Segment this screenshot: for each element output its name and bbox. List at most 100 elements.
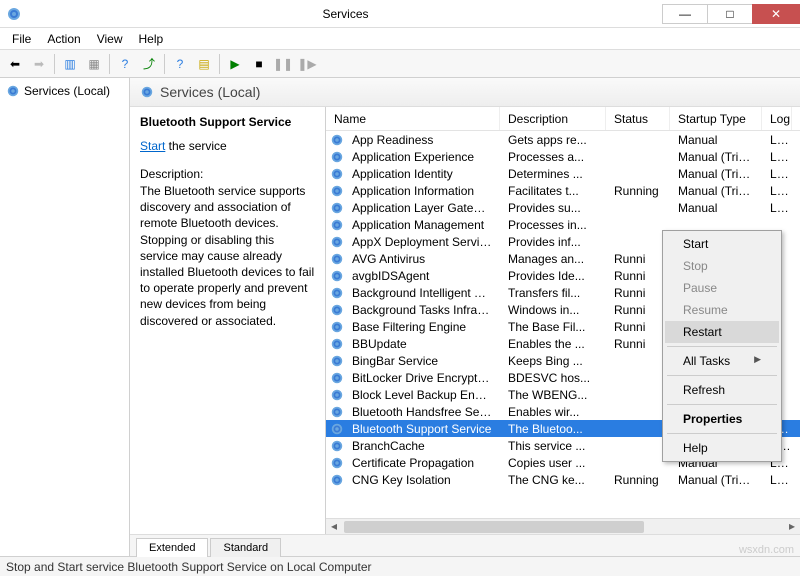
table-row[interactable]: Application IdentityDetermines ...Manual… (326, 165, 800, 182)
col-startup-type[interactable]: Startup Type (670, 107, 762, 130)
cell-description: Determines ... (500, 166, 606, 182)
table-row[interactable]: Application Layer Gateway ...Provides su… (326, 199, 800, 216)
cell-status: Runni (606, 319, 670, 335)
cell-status (606, 445, 670, 447)
cell-status (606, 428, 670, 430)
cell-name: BingBar Service (344, 353, 500, 369)
cell-status: Runni (606, 251, 670, 267)
start-service-button[interactable]: ▶ (224, 53, 246, 75)
cell-name: CNG Key Isolation (344, 472, 500, 488)
close-button[interactable]: ✕ (752, 4, 800, 24)
ctx-restart[interactable]: Restart (665, 321, 779, 343)
table-row[interactable]: Application InformationFacilitates t...R… (326, 182, 800, 199)
scroll-thumb[interactable] (344, 521, 644, 533)
col-description[interactable]: Description (500, 107, 606, 130)
cell-description: Transfers fil... (500, 285, 606, 301)
menu-action[interactable]: Action (39, 30, 88, 48)
col-status[interactable]: Status (606, 107, 670, 130)
cell-name: Application Management (344, 217, 500, 233)
show-hide-tree-button[interactable]: ▥ (59, 53, 81, 75)
result-pane-title: Services (Local) (160, 84, 260, 100)
menu-file[interactable]: File (4, 30, 39, 48)
cell-status (606, 241, 670, 243)
cell-status (606, 207, 670, 209)
cell-name: AVG Antivirus (344, 251, 500, 267)
cell-startup-type: Manual (670, 200, 762, 216)
tree-root-services[interactable]: Services (Local) (4, 82, 125, 100)
ctx-stop: Stop (665, 255, 779, 277)
cell-description: Processes in... (500, 217, 606, 233)
cell-name: BitLocker Drive Encryption ... (344, 370, 500, 386)
cell-name: Application Identity (344, 166, 500, 182)
cell-startup-type (670, 224, 762, 226)
ctx-start[interactable]: Start (665, 233, 779, 255)
cell-name: avgbIDSAgent (344, 268, 500, 284)
cell-status: Runni (606, 268, 670, 284)
cell-log-on-as: Loc (762, 472, 792, 488)
cell-startup-type: Manual (Trig... (670, 149, 762, 165)
cell-description: BDESVC hos... (500, 370, 606, 386)
cell-status (606, 139, 670, 141)
cell-description: Facilitates t... (500, 183, 606, 199)
details-pane-button[interactable]: ▦ (83, 53, 105, 75)
table-row[interactable]: App ReadinessGets apps re...ManualLoc (326, 131, 800, 148)
horizontal-scrollbar[interactable]: ◂ ▸ (326, 518, 800, 534)
cell-status: Running (606, 183, 670, 199)
cell-startup-type: Manual (Trig... (670, 183, 762, 199)
cell-startup-type: Manual (670, 132, 762, 148)
table-row[interactable]: Application ExperienceProcesses a...Manu… (326, 148, 800, 165)
tree-root-label: Services (Local) (24, 84, 110, 98)
cell-name: BranchCache (344, 438, 500, 454)
cell-description: Enables the ... (500, 336, 606, 352)
cell-log-on-as: Loc (762, 132, 792, 148)
ctx-properties[interactable]: Properties (665, 408, 779, 430)
menu-help[interactable]: Help (131, 30, 172, 48)
ctx-separator (667, 375, 777, 376)
ctx-help[interactable]: Help (665, 437, 779, 459)
scroll-right-icon[interactable]: ▸ (784, 519, 800, 534)
extended-detail-pane: Bluetooth Support Service Start the serv… (130, 107, 326, 534)
tab-standard[interactable]: Standard (210, 538, 281, 557)
cell-status (606, 377, 670, 379)
cell-name: Bluetooth Support Service (344, 421, 500, 437)
cell-status (606, 156, 670, 158)
cell-status: Runni (606, 302, 670, 318)
scroll-left-icon[interactable]: ◂ (326, 519, 342, 534)
cell-description: Provides su... (500, 200, 606, 216)
menu-view[interactable]: View (89, 30, 131, 48)
restart-service-button[interactable]: ❚▶ (296, 53, 318, 75)
cell-status (606, 411, 670, 413)
maximize-button[interactable]: □ (707, 4, 753, 24)
console-tree: Services (Local) (0, 78, 130, 556)
cell-description: The Bluetoo... (500, 421, 606, 437)
help2-button[interactable]: ? (169, 53, 191, 75)
forward-button[interactable]: ➡ (28, 53, 50, 75)
table-row[interactable]: CNG Key IsolationThe CNG ke...RunningMan… (326, 471, 800, 488)
ctx-pause: Pause (665, 277, 779, 299)
cell-log-on-as (762, 224, 792, 226)
cell-status (606, 394, 670, 396)
window-title: Services (28, 7, 663, 21)
back-button[interactable]: ⬅ (4, 53, 26, 75)
stop-service-button[interactable]: ■ (248, 53, 270, 75)
properties-button[interactable]: ▤ (193, 53, 215, 75)
cell-name: Base Filtering Engine (344, 319, 500, 335)
export-button[interactable]: ⤴ (138, 53, 160, 75)
ctx-separator (667, 404, 777, 405)
toolbar: ⬅ ➡ ▥ ▦ ? ⤴ ? ▤ ▶ ■ ❚❚ ❚▶ (0, 50, 800, 78)
tab-extended[interactable]: Extended (136, 538, 208, 557)
col-log-on-as[interactable]: Log (762, 107, 792, 130)
start-service-link[interactable]: Start (140, 139, 165, 153)
ctx-resume: Resume (665, 299, 779, 321)
ctx-refresh[interactable]: Refresh (665, 379, 779, 401)
cell-description: This service ... (500, 438, 606, 454)
help-button[interactable]: ? (114, 53, 136, 75)
minimize-button[interactable]: — (662, 4, 708, 24)
cell-name: Background Tasks Infrastru... (344, 302, 500, 318)
cell-description: Enables wir... (500, 404, 606, 420)
col-name[interactable]: Name (326, 107, 500, 130)
ctx-all-tasks[interactable]: All Tasks▶ (665, 350, 779, 372)
pause-service-button[interactable]: ❚❚ (272, 53, 294, 75)
result-pane-header: Services (Local) (130, 78, 800, 107)
cell-description: Copies user ... (500, 455, 606, 471)
